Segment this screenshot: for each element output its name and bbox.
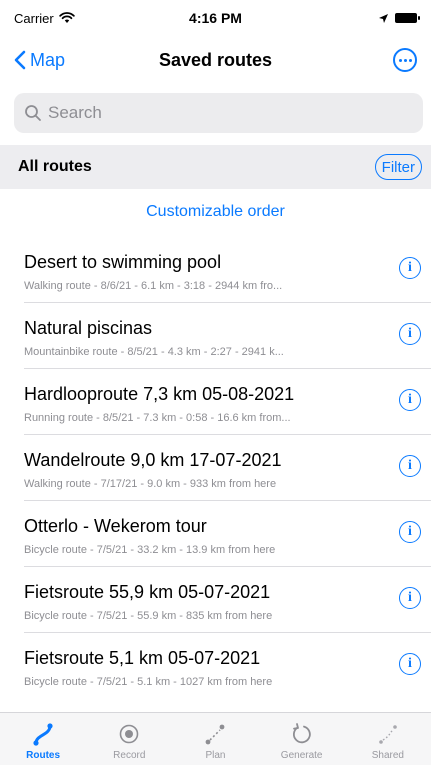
shared-icon [379,725,397,744]
tab-label: Routes [26,750,61,761]
route-subtitle: Walking route - 7/17/21 - 9.0 km - 933 k… [24,478,277,490]
route-row[interactable]: Fietsroute 5,1 km 05-07-2021 Bicycle rou… [24,633,431,699]
info-icon[interactable]: i [399,323,421,345]
record-icon [119,724,139,744]
info-icon[interactable]: i [399,521,421,543]
tab-label: Generate [280,750,323,761]
route-title: Otterlo - Wekerom tour [24,516,207,536]
carrier-label: Carrier [14,10,54,26]
tab-label: Plan [205,750,226,761]
route-subtitle: Mountainbike route - 8/5/21 - 4.3 km - 2… [24,346,284,358]
status-bar: Carrier 4:16 PM [0,0,431,36]
tab-record[interactable]: Record [86,713,172,765]
info-icon[interactable]: i [399,389,421,411]
route-subtitle: Bicycle route - 7/5/21 - 55.9 km - 835 k… [24,610,273,622]
tab-label: Shared [371,750,404,761]
section-title: All routes [18,158,92,175]
route-subtitle: Bicycle route - 7/5/21 - 33.2 km - 13.9 … [24,544,276,556]
route-title: Hardlooproute 7,3 km 05-08-2021 [24,384,295,404]
search-icon [25,105,41,121]
route-title: Fietsroute 5,1 km 05-07-2021 [24,648,261,668]
customizable-order-button[interactable]: Customizable order [0,203,431,221]
route-title: Fietsroute 55,9 km 05-07-2021 [24,582,271,602]
route-row[interactable]: Natural piscinas Mountainbike route - 8/… [24,303,431,369]
route-subtitle: Walking route - 8/6/21 - 6.1 km - 3:18 -… [24,280,283,292]
route-title: Wandelroute 9,0 km 17-07-2021 [24,450,282,470]
filter-button[interactable]: Filter [374,154,422,180]
route-row[interactable]: Wandelroute 9,0 km 17-07-2021 Walking ro… [24,435,431,501]
more-options-button[interactable] [393,48,417,72]
tab-shared[interactable]: Shared [345,713,431,765]
search-bar[interactable] [14,93,423,133]
tab-label: Record [113,750,146,761]
route-icon [33,723,53,746]
chevron-left-icon [14,50,26,70]
info-icon[interactable]: i [399,587,421,609]
battery-icon [394,13,420,23]
info-icon[interactable]: i [399,257,421,279]
location-arrow-icon [378,13,388,23]
search-input[interactable] [48,103,408,123]
tab-generate[interactable]: Generate [259,713,345,765]
ellipsis-dot [403,58,407,62]
tab-bar: Routes Record Plan Generate Shared [0,712,431,765]
ellipsis-dot [408,58,412,62]
generate-icon [292,723,311,744]
ellipsis-dot [398,58,402,62]
plan-icon [206,724,225,745]
route-title: Natural piscinas [24,318,153,338]
tab-plan[interactable]: Plan [172,713,258,765]
route-subtitle: Running route - 8/5/21 - 7.3 km - 0:58 -… [24,412,291,424]
tab-routes[interactable]: Routes [0,713,86,765]
info-icon[interactable]: i [399,455,421,477]
info-icon[interactable]: i [399,653,421,675]
route-row[interactable]: Fietsroute 55,9 km 05-07-2021 Bicycle ro… [24,567,431,633]
wifi-icon [59,12,75,23]
back-button[interactable]: Map [14,38,65,82]
route-row[interactable]: Otterlo - Wekerom tour Bicycle route - 7… [24,501,431,567]
route-row[interactable]: Hardlooproute 7,3 km 05-08-2021 Running … [24,369,431,435]
back-button-label: Map [30,49,66,70]
route-row[interactable]: Desert to swimming pool Walking route - … [24,237,431,303]
status-time: 4:16 PM [189,10,242,26]
route-list: Desert to swimming pool Walking route - … [0,237,431,699]
page-title: Saved routes [158,49,273,70]
route-subtitle: Bicycle route - 7/5/21 - 5.1 km - 1027 k… [24,676,273,688]
filter-button-label: Filter [381,158,415,176]
route-title: Desert to swimming pool [24,252,222,272]
navigation-bar: Map Saved routes [0,38,431,82]
section-header: All routes Filter [0,145,431,189]
